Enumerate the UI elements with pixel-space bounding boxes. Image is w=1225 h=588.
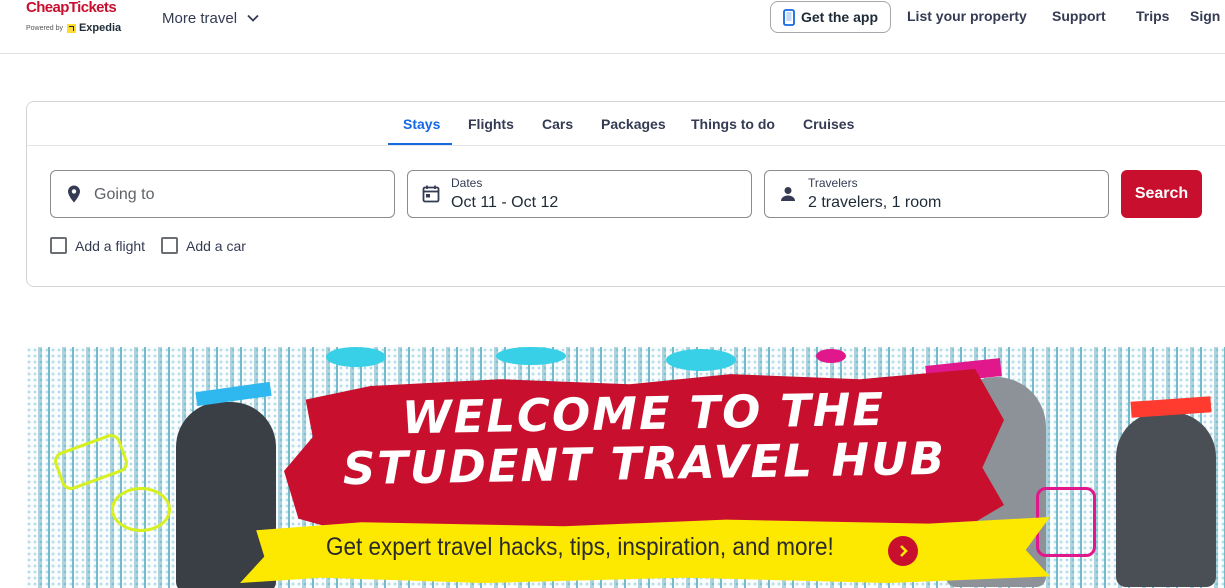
add-flight-label: Add a flight <box>75 237 146 254</box>
tab-cruises[interactable]: Cruises <box>803 116 854 132</box>
destination-field[interactable]: Going to <box>50 170 395 218</box>
decorative-splash <box>666 349 736 371</box>
add-flight-checkbox[interactable]: Add a flight <box>50 237 145 254</box>
arrow-right-circle-icon[interactable] <box>888 536 918 566</box>
tab-things-to-do[interactable]: Things to do <box>691 116 775 132</box>
banner-subline: Get expert travel hacks, tips, inspirati… <box>326 533 834 561</box>
student-travel-hub-banner[interactable]: Welcome to the Student Travel Hub Get ex… <box>26 347 1225 588</box>
travelers-field[interactable]: Travelers 2 travelers, 1 room <box>764 170 1109 218</box>
travelers-label: Travelers <box>808 176 858 190</box>
decorative-splash <box>326 347 386 367</box>
search-form-card: Stays Flights Cars Packages Things to do… <box>26 101 1225 287</box>
location-pin-icon <box>68 185 80 203</box>
decorative-splash <box>816 349 846 363</box>
tab-stays[interactable]: Stays <box>403 116 440 132</box>
chevron-down-icon <box>247 14 259 22</box>
travelers-value: 2 travelers, 1 room <box>808 194 942 211</box>
expedia-text: Expedia <box>78 22 122 34</box>
logo-wordmark: CheapTickets <box>26 0 117 16</box>
dates-field[interactable]: Dates Oct 11 - Oct 12 <box>407 170 752 218</box>
get-the-app-label: Get the app <box>800 9 878 25</box>
calendar-icon <box>422 185 440 203</box>
banner-headline: Welcome to the Student Travel Hub <box>283 383 1005 496</box>
more-travel-label: More travel <box>162 9 238 27</box>
tab-cars[interactable]: Cars <box>542 116 573 132</box>
tab-packages[interactable]: Packages <box>601 116 666 132</box>
expedia-logo-icon <box>66 23 76 33</box>
phone-icon <box>783 8 795 26</box>
cheaptickets-logo[interactable]: CheapTickets Powered by Expedia <box>26 0 136 40</box>
checkbox-box[interactable] <box>161 237 178 254</box>
search-button[interactable]: Search <box>1121 170 1202 218</box>
trips-link[interactable]: Trips <box>1136 8 1169 24</box>
logo-powered-by: Powered by Expedia <box>26 22 121 34</box>
add-car-label: Add a car <box>186 237 246 254</box>
student-figure-right <box>1116 412 1216 587</box>
person-icon <box>781 187 795 201</box>
support-link[interactable]: Support <box>1052 8 1106 24</box>
sign-in-link[interactable]: Sign i <box>1190 8 1225 24</box>
list-your-property-link[interactable]: List your property <box>907 8 1027 24</box>
powered-by-text: Powered by <box>26 24 63 32</box>
search-tabs: Stays Flights Cars Packages Things to do… <box>27 102 1225 146</box>
student-figure-left <box>176 402 276 588</box>
more-travel-menu[interactable]: More travel <box>162 8 259 28</box>
active-tab-indicator <box>388 143 452 145</box>
tab-flights[interactable]: Flights <box>468 116 514 132</box>
site-header: CheapTickets Powered by Expedia More tra… <box>0 0 1225 54</box>
dates-value: Oct 11 - Oct 12 <box>451 194 559 211</box>
add-car-checkbox[interactable]: Add a car <box>161 237 246 254</box>
dates-label: Dates <box>451 176 483 190</box>
checkbox-box[interactable] <box>50 237 67 254</box>
get-the-app-button[interactable]: Get the app <box>770 1 891 33</box>
yellow-scribble <box>111 487 171 532</box>
decorative-splash <box>496 347 566 365</box>
destination-placeholder: Going to <box>94 186 155 203</box>
